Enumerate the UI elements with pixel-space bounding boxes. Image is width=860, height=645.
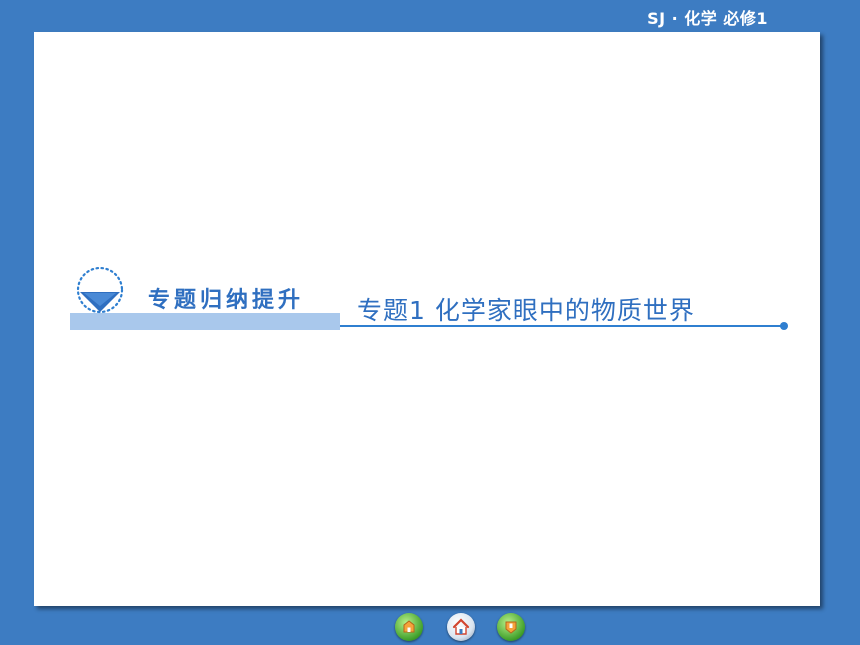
home-button[interactable] [447,613,475,641]
forward-arrow-icon [505,621,517,634]
section-title: 专题归纳提升 [148,287,305,313]
back-arrow-icon [403,620,415,633]
navigation-bar [0,613,860,643]
home-icon [452,618,470,635]
section-badge-icon [72,266,132,316]
underline-end-dot [780,322,788,330]
next-button[interactable] [497,613,525,641]
prev-button[interactable] [395,613,423,641]
title-underline [340,325,784,327]
course-label: SJ · 化学 必修1 [647,9,768,28]
topic-title: 专题1 化学家眼中的物质世界 [357,296,695,325]
